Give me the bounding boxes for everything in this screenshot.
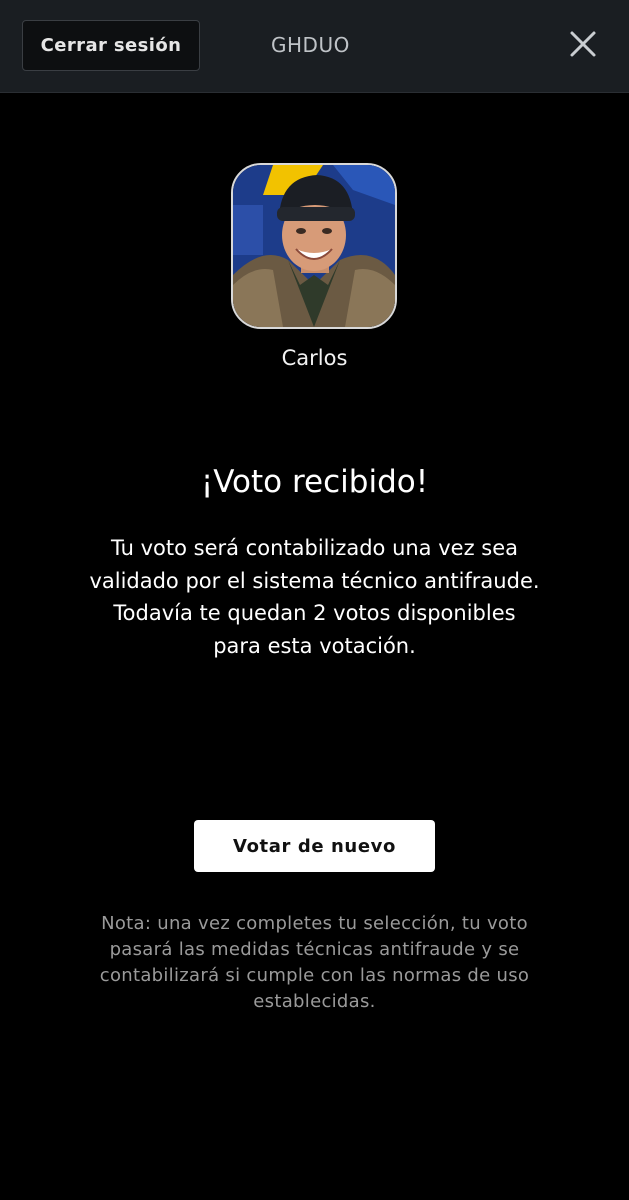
confirmation-message: Tu voto será contabilizado una vez sea v… bbox=[60, 532, 569, 662]
message-line: Todavía te quedan 2 votos disponibles bbox=[113, 601, 516, 625]
message-line: Tu voto será contabilizado una vez sea bbox=[110, 536, 519, 560]
candidate-name: Carlos bbox=[281, 346, 348, 370]
logout-button[interactable]: Cerrar sesión bbox=[22, 20, 200, 71]
message-line: para esta votación. bbox=[213, 633, 416, 658]
note-line: contabilizará si cumple con las normas d… bbox=[99, 965, 530, 986]
confirmation-title: ¡Voto recibido! bbox=[200, 464, 429, 500]
note-line: pasará las medidas técnicas antifraude y… bbox=[109, 939, 520, 960]
antifraud-note: Nota: una vez completes tu selección, tu… bbox=[40, 911, 589, 1015]
message-line: validado por el sistema técnico antifrau… bbox=[89, 568, 540, 593]
close-icon bbox=[570, 31, 596, 57]
brand-title: GHDUO bbox=[271, 33, 350, 57]
note-line: Nota: una vez completes tu selección, tu… bbox=[101, 913, 528, 934]
candidate-photo bbox=[231, 163, 397, 329]
note-line: establecidas. bbox=[253, 991, 376, 1012]
close-button[interactable] bbox=[566, 27, 600, 61]
top-bar: Cerrar sesión GHDUO bbox=[0, 0, 629, 93]
vote-again-button[interactable]: Votar de nuevo bbox=[194, 820, 435, 872]
